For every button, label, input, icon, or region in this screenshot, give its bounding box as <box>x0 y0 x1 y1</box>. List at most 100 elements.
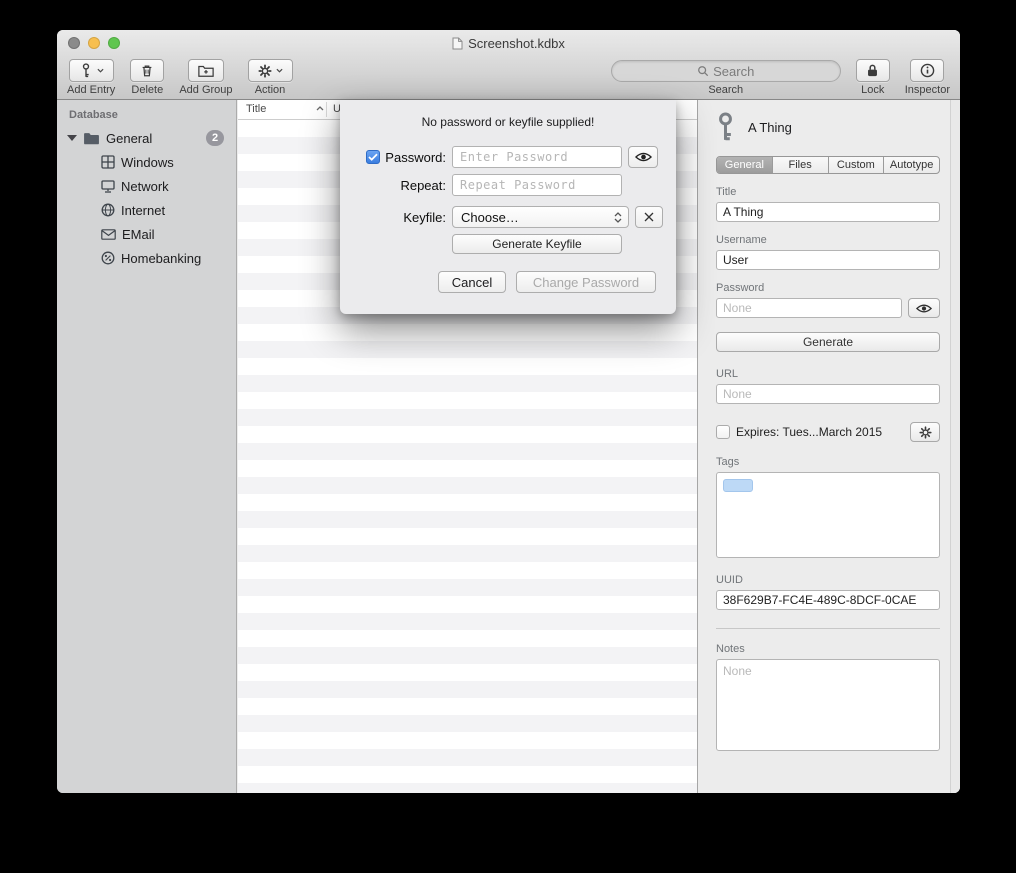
generate-keyfile-button[interactable]: Generate Keyfile <box>452 234 622 254</box>
toolbar-item-label: Lock <box>861 84 884 96</box>
notes-field[interactable] <box>716 659 940 751</box>
titlebar[interactable]: Screenshot.kdbx <box>57 30 960 56</box>
keyfile-row: Keyfile: Choose… <box>340 206 663 228</box>
monitor-icon <box>101 180 115 193</box>
window-header: Screenshot.kdbx Add Entry <box>57 30 960 100</box>
expires-row: Expires: Tues...March 2015 <box>716 422 940 442</box>
tab-general[interactable]: General <box>717 157 773 173</box>
lock-tool: Lock <box>856 59 890 96</box>
sidebar: Database General 2 Windows Network I <box>57 100 237 793</box>
sort-ascending-icon <box>316 106 324 111</box>
password-row: Password: <box>340 146 658 168</box>
folder-plus-icon <box>198 64 214 77</box>
expires-settings-button[interactable] <box>910 422 940 442</box>
sidebar-item-label: Network <box>121 179 169 194</box>
add-group-button[interactable] <box>188 59 224 82</box>
column-divider[interactable] <box>326 102 327 117</box>
password-label: Password: <box>385 150 446 165</box>
tags-field-label: Tags <box>716 456 940 468</box>
sidebar-item-label: EMail <box>122 227 155 242</box>
windows-icon <box>101 155 115 169</box>
generate-password-button[interactable]: Generate <box>716 332 940 352</box>
inspector-entry-header: A Thing <box>716 112 940 142</box>
cancel-button[interactable]: Cancel <box>438 271 506 293</box>
eye-icon <box>916 303 932 314</box>
sidebar-item-label: Windows <box>121 155 174 170</box>
disclosure-triangle-icon[interactable] <box>67 135 77 141</box>
percent-icon <box>101 251 115 265</box>
chevron-down-icon <box>97 68 104 73</box>
tag-chip[interactable] <box>723 479 753 492</box>
action-tool: Action <box>248 59 293 96</box>
entry-count-badge: 2 <box>206 130 224 146</box>
clear-keyfile-button[interactable] <box>635 206 663 228</box>
tags-field[interactable] <box>716 472 940 558</box>
password-field[interactable] <box>716 298 902 318</box>
traffic-lights <box>68 37 120 49</box>
keyfile-popup[interactable]: Choose… <box>452 206 629 228</box>
sidebar-item-general[interactable]: General 2 <box>57 126 236 150</box>
entry-title: A Thing <box>748 120 792 135</box>
username-field[interactable] <box>716 250 940 270</box>
enter-password-field[interactable] <box>452 146 622 168</box>
show-password-button[interactable] <box>628 146 658 168</box>
tab-custom[interactable]: Custom <box>829 157 885 173</box>
inspector-button[interactable] <box>910 59 944 82</box>
sheet-buttons: Cancel Change Password <box>438 271 656 293</box>
repeat-label: Repeat: <box>400 178 446 193</box>
minimize-button[interactable] <box>88 37 100 49</box>
sidebar-item-internet[interactable]: Internet <box>57 198 236 222</box>
trash-icon <box>140 63 154 78</box>
sidebar-item-email[interactable]: EMail <box>57 222 236 246</box>
key-icon <box>79 63 93 78</box>
chevron-down-icon <box>276 68 283 73</box>
inspector-tool: Inspector <box>905 59 950 96</box>
window-title: Screenshot.kdbx <box>452 36 565 51</box>
password-field-label: Password <box>716 282 940 294</box>
key-icon <box>716 112 735 142</box>
expires-checkbox[interactable] <box>716 425 730 439</box>
toolbar-item-label: Search <box>708 84 743 96</box>
envelope-icon <box>101 229 116 240</box>
uuid-field-label: UUID <box>716 574 940 586</box>
toolbar-item-label: Add Group <box>179 84 232 96</box>
url-field-label: URL <box>716 368 940 380</box>
folder-icon <box>83 132 100 145</box>
tab-files[interactable]: Files <box>773 157 829 173</box>
add-group-tool: Add Group <box>179 59 232 96</box>
url-field[interactable] <box>716 384 940 404</box>
globe-icon <box>101 203 115 217</box>
gear-icon <box>258 64 272 78</box>
lock-icon <box>866 63 879 78</box>
tab-autotype[interactable]: Autotype <box>884 157 939 173</box>
toolbar-right-group: Search Search Lock <box>611 59 950 96</box>
close-x-icon <box>643 211 655 223</box>
info-icon <box>920 63 935 78</box>
sidebar-item-network[interactable]: Network <box>57 174 236 198</box>
password-checkbox[interactable] <box>366 150 380 164</box>
toolbar-item-label: Add Entry <box>67 84 115 96</box>
title-field[interactable] <box>716 202 940 222</box>
add-entry-button[interactable] <box>69 59 114 82</box>
document-icon <box>452 37 463 50</box>
section-divider <box>716 628 940 629</box>
popup-stepper-icon <box>611 212 628 223</box>
sidebar-item-homebanking[interactable]: Homebanking <box>57 246 236 270</box>
column-header-title[interactable]: Title <box>246 103 266 115</box>
uuid-field[interactable] <box>716 590 940 610</box>
inspector-scrollbar[interactable] <box>950 30 960 793</box>
search-icon <box>697 65 709 77</box>
sidebar-section-header: Database <box>57 100 236 126</box>
show-password-button[interactable] <box>908 298 940 318</box>
search-input[interactable]: Search <box>611 60 841 82</box>
close-button[interactable] <box>68 37 80 49</box>
delete-tool: Delete <box>130 59 164 96</box>
lock-button[interactable] <box>856 59 890 82</box>
action-button[interactable] <box>248 59 293 82</box>
add-entry-tool: Add Entry <box>67 59 115 96</box>
delete-button[interactable] <box>130 59 164 82</box>
change-password-button[interactable]: Change Password <box>516 271 656 293</box>
repeat-password-field[interactable] <box>452 174 622 196</box>
sidebar-item-windows[interactable]: Windows <box>57 150 236 174</box>
zoom-button[interactable] <box>108 37 120 49</box>
